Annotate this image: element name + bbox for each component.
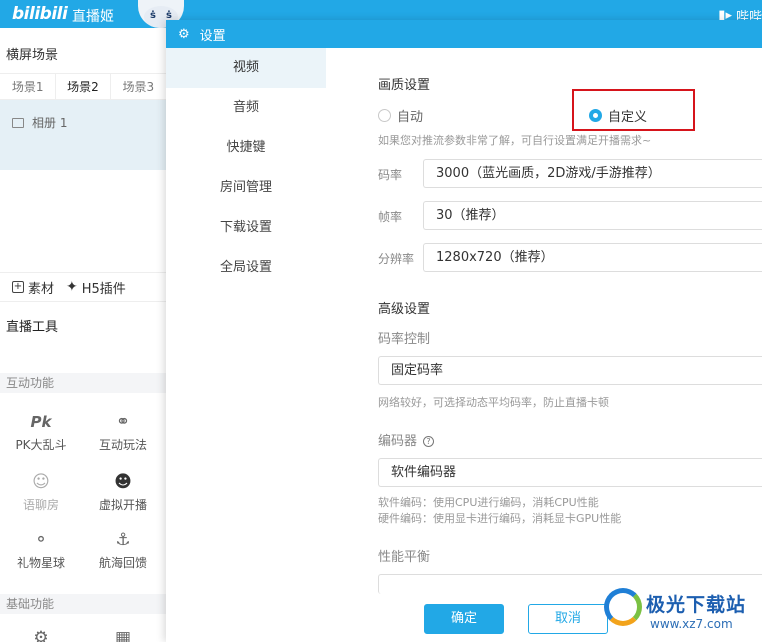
pk-icon: Pk [30,413,52,431]
nav-hotkeys[interactable]: 快捷键 [166,128,326,168]
nav-audio[interactable]: 音频 [166,88,326,128]
h5-plugin-label: H5插件 [81,281,126,297]
bitrate-label: 码率 [378,168,403,182]
anchor-icon: ⚓ [115,530,131,550]
watermark-url: www.xz7.com [650,617,733,631]
section-basic: 基础功能 [0,594,166,614]
tool-interactive-play[interactable]: ⚭ 互动玩法 [88,412,158,453]
ok-button[interactable]: 确定 [424,604,504,634]
puzzle-icon: ✦ [66,279,78,295]
tab-scene-2[interactable]: 场景2 [55,74,111,99]
tool-label: 航海回馈 [98,556,147,570]
resolution-label: 分辨率 [378,252,415,266]
quality-hint: 如果您对推流参数非常了解，可自行设置满足开播需求~ [378,134,652,147]
fps-select[interactable]: 30（推荐） [423,201,762,230]
nav-global-settings[interactable]: 全局设置 [166,248,326,288]
encoder-label: 编码器 [378,434,418,449]
fps-label: 帧率 [378,210,403,224]
encoder-select[interactable]: 软件编码器 [378,458,762,487]
add-material-button[interactable]: + 素材 [0,278,54,297]
dialog-header: ⚙ 设置 [166,20,762,48]
settings-dialog: ⚙ 设置 视频 音频 快捷键 房间管理 下载设置 全局设置 画质设置 自动 自定… [166,20,762,642]
radio-auto[interactable]: 自动 [378,106,423,125]
tool-gift-planet[interactable]: ⚬ 礼物星球 [6,530,76,571]
saturn-icon: ⚬ [33,530,49,550]
h5-plugin-button[interactable]: ✦ H5插件 [54,278,126,297]
help-icon[interactable]: ? [423,436,435,447]
annotation-highlight-box [572,89,695,131]
aurora-logo-icon [604,588,642,626]
list-item[interactable]: 相册 1 [0,114,166,131]
nav-download-settings[interactable]: 下载设置 [166,208,326,248]
rate-control-select[interactable]: 固定码率 [378,356,762,385]
users-icon: ☺ [32,472,50,492]
resolution-select[interactable]: 1280x720（推荐） [423,243,762,272]
section-interactive: 互动功能 [0,373,166,393]
gear-icon: ⚙ [178,26,190,42]
avatar-icon: ☻ [114,472,132,492]
scene-source-list: 相册 1 [0,100,166,170]
quality-settings-title: 画质设置 [378,78,431,93]
add-material-label: 素材 [28,281,55,297]
tool-label: 虚拟开播 [98,498,147,512]
tab-scene-3[interactable]: 场景3 [111,74,166,99]
live-tools-title: 直播工具 [6,320,59,335]
app-title: 直播姬 [72,9,114,25]
watermark-name: 极光下载站 [646,594,747,616]
gear-icon: ⚙ [33,628,49,642]
source-toolbar: + 素材 ✦ H5插件 [0,272,166,302]
nav-video[interactable]: 视频 [166,48,326,88]
calendar-icon: ▦ [114,628,132,642]
encoder-hint-hardware: 硬件编码：使用显卡进行编码，消耗显卡GPU性能 [378,512,622,525]
scene-title: 横屏场景 [0,28,166,74]
radio-unchecked-icon [378,109,391,122]
tool-label: 互动玩法 [98,438,147,452]
performance-balance-label: 性能平衡 [378,550,431,565]
plus-icon: + [12,281,24,293]
tool-virtual-live[interactable]: ☻ 虚拟开播 [88,472,158,513]
tab-scene-1[interactable]: 场景1 [0,74,55,99]
encoder-label-row: 编码器? [378,430,435,449]
tool-voyage-reward[interactable]: ⚓ 航海回馈 [88,530,158,571]
tool-basic-2[interactable]: ▦ [88,628,158,642]
tool-label: 礼物星球 [16,556,65,570]
list-item-label: 相册 1 [32,116,68,130]
settings-nav: 视频 音频 快捷键 房间管理 下载设置 全局设置 [166,48,326,642]
encoder-hint-software: 软件编码：使用CPU进行编码，消耗CPU性能 [378,496,599,509]
cancel-button[interactable]: 取消 [528,604,608,634]
bitrate-select[interactable]: 3000（蓝光画质，2D游戏/手游推荐） [423,159,762,188]
bilibili-logo: bilibili [12,4,68,24]
tool-basic-1[interactable]: ⚙ [6,628,76,642]
scene-tabs: 场景1 场景2 场景3 [0,74,166,100]
tool-label: PK大乱斗 [15,438,67,452]
tool-pk[interactable]: Pk PK大乱斗 [6,412,76,453]
settings-content: 画质设置 自动 自定义 如果您对推流参数非常了解，可自行设置满足开播需求~ 码率… [326,48,762,642]
tool-label: 语聊房 [22,498,59,512]
rate-control-label: 码率控制 [378,332,431,347]
nav-room-management[interactable]: 房间管理 [166,168,326,208]
tool-voice-room[interactable]: ☺ 语聊房 [6,472,76,513]
rate-control-hint: 网络较好，可选择动态平均码率，防止直播卡顿 [378,396,609,409]
radio-auto-label: 自动 [397,110,424,125]
site-watermark: 极光下载站 www.xz7.com [604,586,760,640]
planet-icon: ⚭ [115,412,131,432]
advanced-settings-title: 高级设置 [378,302,431,317]
image-icon [12,117,24,128]
dialog-title: 设置 [199,28,226,44]
